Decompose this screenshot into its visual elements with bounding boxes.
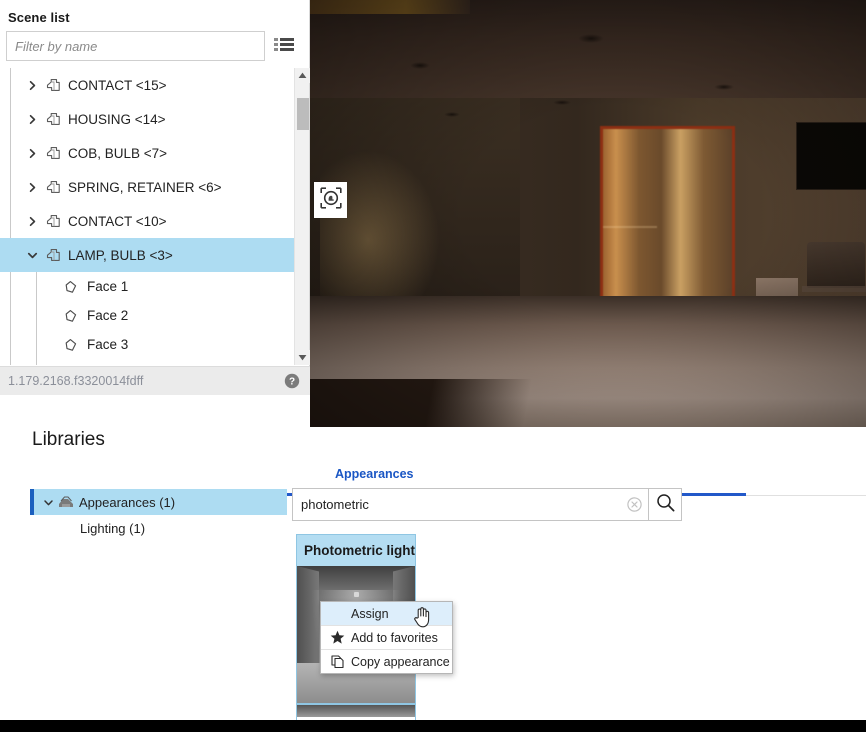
tree-item-label: LAMP, BULB <3> — [68, 248, 173, 263]
part-icon — [44, 178, 62, 196]
viewport-wall-screen — [796, 122, 866, 190]
viewport-downlight — [714, 84, 734, 90]
tree-item-label: Face 2 — [87, 308, 128, 323]
libraries-category-tree[interactable]: Appearances (1) Lighting (1) — [30, 489, 287, 639]
library-category-lighting[interactable]: Lighting (1) — [30, 515, 287, 541]
tab-appearances[interactable]: Appearances — [335, 467, 414, 481]
libraries-title: Libraries — [0, 423, 866, 457]
star-icon — [327, 630, 347, 645]
viewport-floor-shadow — [310, 379, 610, 427]
viewport-glowing-door — [600, 126, 735, 306]
scene-list-title: Scene list — [0, 0, 309, 25]
tree-item-label: Face 1 — [87, 279, 128, 294]
window-bottom-bar — [0, 720, 866, 732]
tree-item-face[interactable]: Face 2 — [0, 301, 294, 330]
list-view-icon[interactable] — [273, 35, 295, 57]
tree-item-part[interactable]: CONTACT <15> — [0, 68, 294, 102]
viewport-downlight — [444, 112, 460, 117]
viewport-downlight — [553, 100, 571, 105]
search-box[interactable]: photometric — [292, 488, 649, 521]
clear-icon[interactable] — [626, 497, 642, 513]
scene-filter-row — [0, 25, 309, 61]
viewport-wall-glow — [320, 150, 440, 300]
viewport-ceiling-light-strip — [310, 0, 470, 14]
tree-item-label: CONTACT <15> — [68, 78, 167, 93]
tree-item-label: SPRING, RETAINER <6> — [68, 180, 222, 195]
libraries-panel: Libraries Appearances — [0, 427, 866, 720]
scene-list-panel: Scene list CONTAC — [0, 0, 310, 395]
svg-text:?: ? — [289, 377, 295, 388]
chevron-down-icon[interactable] — [24, 247, 40, 263]
search-button[interactable] — [649, 488, 682, 521]
tree-item-part[interactable]: HOUSING <14> — [0, 102, 294, 136]
face-icon — [62, 336, 80, 354]
context-menu-item-copy-appearance[interactable]: Copy appearance — [321, 650, 452, 673]
tree-item-face[interactable]: Face 1 — [0, 272, 294, 301]
status-bar: 1.179.2168.f3320014fdff ? — [0, 366, 310, 395]
3d-viewport[interactable] — [310, 0, 866, 427]
tree-item-label: Face 3 — [87, 337, 128, 352]
context-menu-item-label: Add to favorites — [351, 631, 452, 645]
scroll-down-arrow-icon[interactable] — [295, 350, 310, 365]
viewport-chair-base — [802, 286, 866, 292]
copy-icon — [327, 654, 347, 669]
tree-item-label: CONTACT <10> — [68, 214, 167, 229]
appearance-thumbnail — [297, 705, 415, 717]
viewport-door-detail — [603, 226, 657, 228]
help-icon[interactable]: ? — [284, 373, 300, 389]
part-icon — [44, 144, 62, 162]
tree-item-label: HOUSING <14> — [68, 112, 166, 127]
context-menu-item-label: Copy appearance — [351, 655, 452, 669]
scene-tree[interactable]: CONTACT <15> HOUSING <14> COB, BULB <7> … — [0, 68, 310, 365]
viewport-floor — [310, 296, 866, 427]
tree-item-part[interactable]: COB, BULB <7> — [0, 136, 294, 170]
appearances-icon — [58, 494, 74, 510]
library-category-label: Lighting (1) — [80, 521, 145, 536]
context-menu-item-label: Assign — [351, 607, 452, 621]
tree-item-label: COB, BULB <7> — [68, 146, 167, 161]
viewport-ceiling — [310, 0, 866, 108]
tree-item-part[interactable]: SPRING, RETAINER <6> — [0, 170, 294, 204]
search-icon — [656, 493, 675, 517]
thumbnail-light-source — [354, 592, 359, 597]
context-menu[interactable]: Assign Add to favorites — [320, 601, 453, 674]
library-category-label: Appearances (1) — [79, 495, 175, 510]
chevron-right-icon[interactable] — [24, 77, 40, 93]
chevron-right-icon[interactable] — [24, 111, 40, 127]
library-category-appearances[interactable]: Appearances (1) — [30, 489, 287, 515]
viewport-chair — [807, 242, 865, 288]
scene-filter-input[interactable] — [6, 31, 265, 61]
chevron-right-icon[interactable] — [24, 213, 40, 229]
scrollbar-thumb[interactable] — [297, 98, 309, 130]
context-menu-item-add-to-favorites[interactable]: Add to favorites — [321, 626, 452, 649]
app-window: Scene list CONTAC — [0, 0, 866, 732]
part-icon — [44, 76, 62, 94]
version-label: 1.179.2168.f3320014fdff — [8, 374, 143, 388]
viewport-door-panels — [603, 129, 732, 303]
face-icon — [62, 307, 80, 325]
search-input[interactable]: photometric — [301, 497, 626, 512]
scroll-up-arrow-icon[interactable] — [295, 68, 310, 83]
chevron-down-icon[interactable] — [42, 496, 54, 508]
appearance-search-row: photometric — [292, 488, 682, 521]
viewport-downlight — [410, 62, 430, 69]
part-icon — [44, 246, 62, 264]
assign-appearance-button[interactable] — [314, 182, 347, 218]
context-menu-item-assign[interactable]: Assign — [321, 602, 452, 625]
assign-appearance-icon — [320, 187, 342, 214]
chevron-right-icon[interactable] — [24, 145, 40, 161]
face-icon — [62, 278, 80, 296]
tree-item-part[interactable]: LAMP, BULB <3> — [0, 238, 294, 272]
chevron-right-icon[interactable] — [24, 179, 40, 195]
part-icon — [44, 110, 62, 128]
scene-tree-scrollbar[interactable] — [294, 68, 309, 365]
appearance-card-title: Photometric light — [297, 535, 415, 566]
viewport-downlight — [578, 34, 604, 43]
tree-item-face[interactable]: Face 3 — [0, 330, 294, 359]
part-icon — [44, 212, 62, 230]
tree-item-part[interactable]: CONTACT <10> — [0, 204, 294, 238]
